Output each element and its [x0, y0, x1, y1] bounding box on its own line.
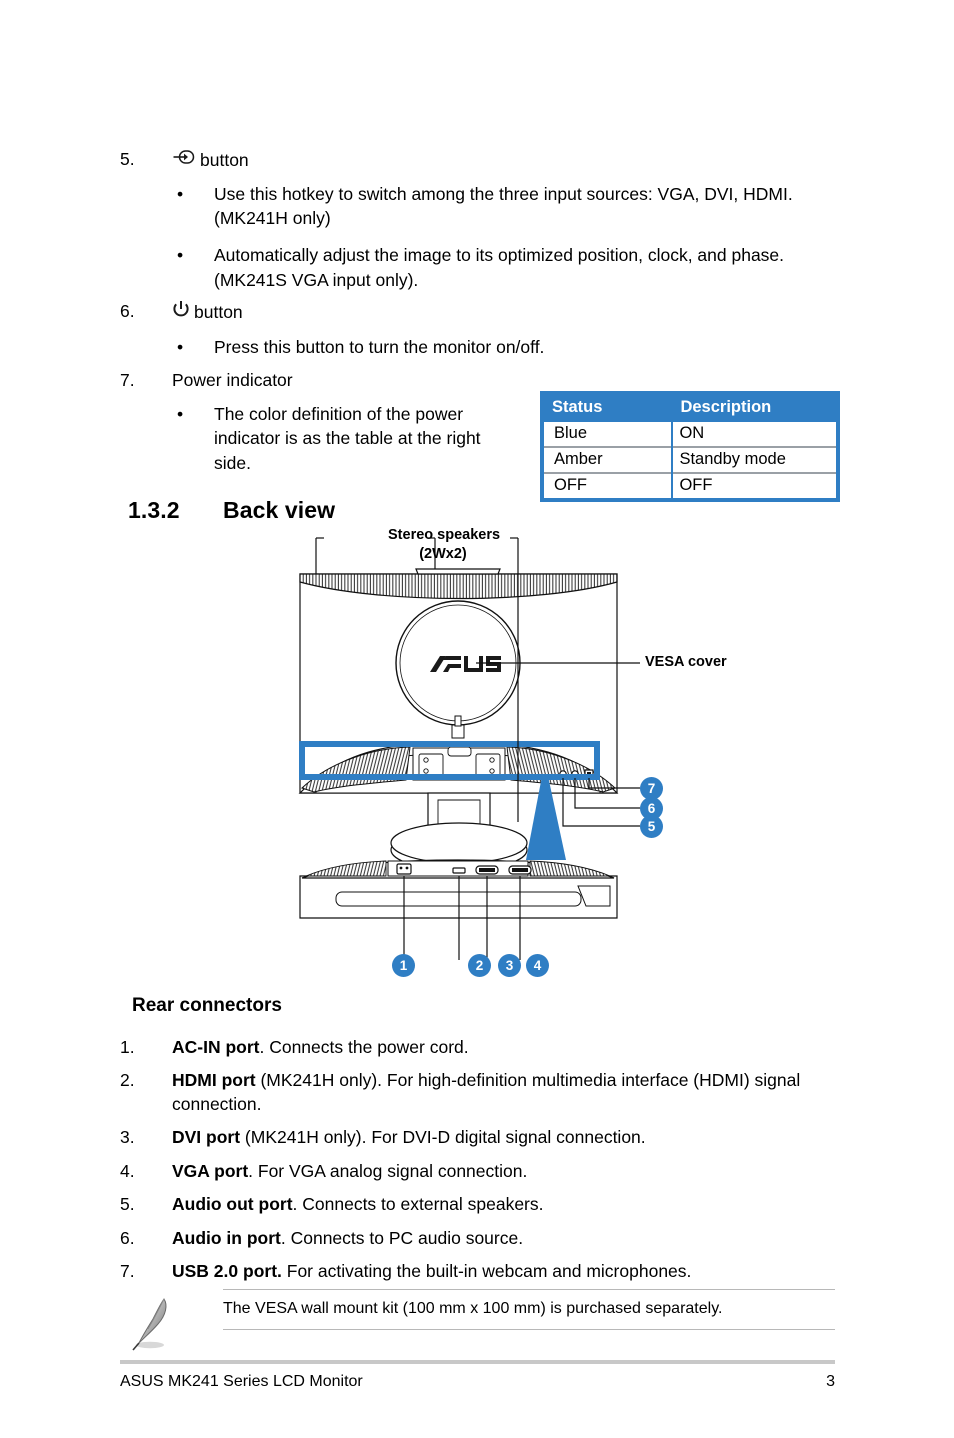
- bullet-row: • Use this hotkey to switch among the th…: [172, 182, 814, 232]
- note-box: The VESA wall mount kit (100 mm x 100 mm…: [120, 1289, 835, 1351]
- table-cell-description: OFF: [672, 472, 836, 498]
- connector-item-6-bold: Audio in port: [172, 1228, 281, 1248]
- table-header-description: Description: [672, 395, 836, 422]
- back-view-figure: Stereo speakers (2Wx2) VESA cover 7 6 5 …: [280, 520, 727, 990]
- connector-item-4-number: 4.: [120, 1161, 135, 1181]
- bullet-text: Press this button to turn the monitor on…: [214, 336, 545, 357]
- callout-badge-3: 3: [498, 954, 521, 977]
- connector-item-7-bold: USB 2.0 port.: [172, 1261, 282, 1281]
- bullet-marker: •: [177, 183, 184, 204]
- connector-item-4-bold: VGA port: [172, 1161, 249, 1181]
- section-number: 1.3.2: [128, 497, 180, 523]
- bullet-text: Use this hotkey to switch among the thre…: [214, 183, 793, 229]
- connector-item-3-rest: (MK241H only). For DVI-D digital signal …: [240, 1127, 646, 1147]
- table-cell-status: Blue: [544, 422, 674, 447]
- input-select-icon: [172, 148, 196, 173]
- list-item-5: 5. button • Use this hotkey to switch am…: [120, 148, 820, 293]
- list-item-6: 6. button • Press this button to turn th…: [120, 300, 820, 359]
- list-item-6-label: button: [194, 302, 243, 322]
- bullet-marker: •: [177, 336, 184, 357]
- connector-item-4-rest: . For VGA analog signal connection.: [248, 1161, 528, 1181]
- list-item-7: 7. Power indicator • The color definitio…: [120, 369, 540, 476]
- connector-item-2-text: HDMI port (MK241H only). For high-defini…: [172, 1068, 860, 1116]
- list-item-6-number: 6.: [120, 301, 135, 321]
- connector-item-1: 1. AC-IN port. Connects the power cord.: [120, 1035, 860, 1059]
- connector-item-6-rest: . Connects to PC audio source.: [280, 1228, 524, 1248]
- table-cell-description: Standby mode: [672, 446, 836, 473]
- connector-item-3: 3. DVI port (MK241H only). For DVI-D dig…: [120, 1125, 860, 1149]
- callout-badge-1: 1: [392, 954, 415, 977]
- bullet-marker: •: [177, 403, 184, 424]
- table-header-row: Status Description: [544, 395, 836, 422]
- table-row: OFF OFF: [544, 472, 836, 498]
- connector-item-4-text: VGA port. For VGA analog signal connecti…: [172, 1159, 527, 1183]
- connector-item-5-bold: Audio out port: [172, 1194, 293, 1214]
- connector-item-6-text: Audio in port. Connects to PC audio sour…: [172, 1226, 523, 1250]
- callout-badge-5: 5: [640, 815, 663, 838]
- footer-page-number: 3: [826, 1373, 835, 1390]
- footer-divider: [120, 1360, 835, 1364]
- connector-item-1-number: 1.: [120, 1037, 135, 1057]
- figure-label-stereo-speakers: Stereo speakers: [388, 527, 501, 543]
- connector-item-7: 7. USB 2.0 port. For activating the buil…: [120, 1259, 860, 1283]
- table-row: Amber Standby mode: [544, 446, 836, 473]
- list-item-5-number: 5.: [120, 149, 135, 169]
- bullet-row: • The color definition of the power indi…: [172, 402, 514, 477]
- figure-label-vesa-cover: VESA cover: [645, 654, 727, 670]
- document-page: 5. button • Use this hotkey to switch am…: [0, 0, 954, 1438]
- list-item-5-label: button: [200, 149, 249, 170]
- table-row: Blue ON: [544, 422, 836, 447]
- bullet-row: • Automatically adjust the image to its …: [172, 243, 814, 293]
- connector-item-1-rest: . Connects the power cord.: [259, 1037, 469, 1057]
- table-cell-status: Amber: [544, 446, 674, 473]
- connector-item-3-bold: DVI port: [172, 1127, 241, 1147]
- connector-item-1-text: AC-IN port. Connects the power cord.: [172, 1035, 469, 1059]
- table-cell-description: ON: [672, 422, 836, 447]
- connector-item-2: 2. HDMI port (MK241H only). For high-def…: [120, 1068, 860, 1116]
- rear-connectors-heading: Rear connectors: [132, 995, 282, 1016]
- connector-item-1-bold: AC-IN port: [172, 1037, 260, 1057]
- connector-item-5-text: Audio out port. Connects to external spe…: [172, 1192, 544, 1216]
- list-item-7-label: Power indicator: [172, 370, 293, 390]
- power-indicator-status-table: Status Description Blue ON Amber Standby…: [540, 391, 840, 502]
- connector-item-6-number: 6.: [120, 1228, 135, 1248]
- power-icon: [172, 300, 190, 326]
- table-header-status: Status: [544, 395, 673, 422]
- connector-item-7-number: 7.: [120, 1261, 135, 1281]
- connector-item-5: 5. Audio out port. Connects to external …: [120, 1192, 860, 1216]
- connector-item-3-number: 3.: [120, 1127, 135, 1147]
- connector-item-7-text: USB 2.0 port. For activating the built-i…: [172, 1259, 691, 1283]
- bullet-text: The color definition of the power indica…: [214, 403, 481, 474]
- connector-item-2-bold: HDMI port: [172, 1070, 256, 1090]
- footer-document-title: ASUS MK241 Series LCD Monitor: [120, 1373, 363, 1390]
- note-text: The VESA wall mount kit (100 mm x 100 mm…: [223, 1300, 723, 1317]
- connector-item-5-rest: . Connects to external speakers.: [292, 1194, 544, 1214]
- monitor-back-view-illustration: [298, 537, 640, 960]
- connector-item-4: 4. VGA port. For VGA analog signal conne…: [120, 1159, 860, 1183]
- connector-item-2-number: 2.: [120, 1070, 135, 1090]
- connector-item-7-rest: For activating the built-in webcam and m…: [281, 1261, 692, 1281]
- connector-item-2-rest: (MK241H only). For high-definition multi…: [172, 1070, 801, 1115]
- connector-item-5-number: 5.: [120, 1194, 135, 1214]
- figure-label-stereo-speakers-power: (2Wx2): [419, 546, 467, 562]
- callout-badge-2: 2: [468, 954, 491, 977]
- connector-item-6: 6. Audio in port. Connects to PC audio s…: [120, 1226, 860, 1250]
- note-pen-icon: [124, 1293, 184, 1353]
- connector-item-3-text: DVI port (MK241H only). For DVI-D digita…: [172, 1125, 646, 1149]
- bullet-text: Automatically adjust the image to its op…: [214, 245, 785, 291]
- table-cell-status: OFF: [544, 472, 674, 498]
- bullet-row: • Press this button to turn the monitor …: [172, 335, 814, 360]
- callout-badge-4: 4: [526, 954, 549, 977]
- note-bottom-rule: [223, 1328, 835, 1330]
- list-item-7-number: 7.: [120, 370, 135, 390]
- bullet-marker: •: [177, 245, 184, 266]
